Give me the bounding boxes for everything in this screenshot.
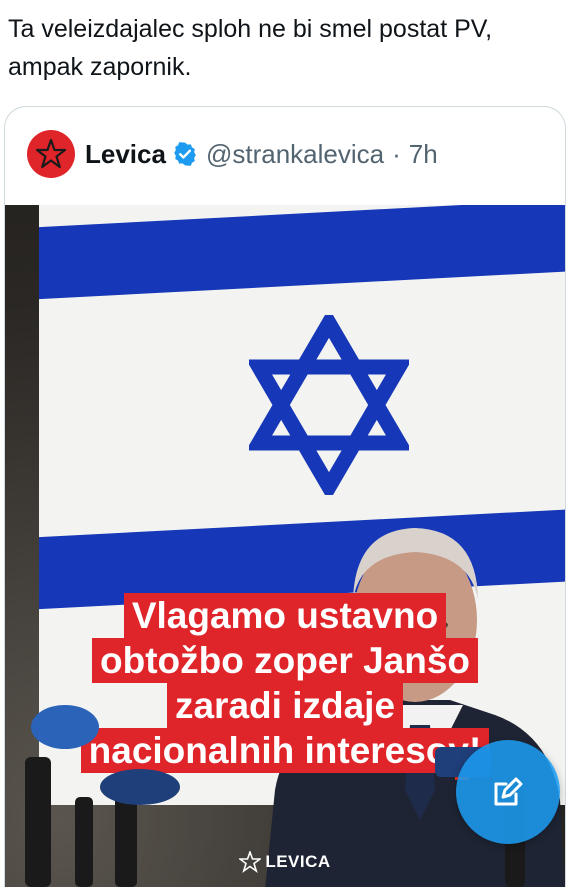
handle[interactable]: @strankalevica <box>206 139 384 170</box>
avatar[interactable] <box>27 130 75 178</box>
quoted-tweet-header: Levica @strankalevica · 7h <box>27 129 438 179</box>
timestamp[interactable]: 7h <box>409 139 438 170</box>
media-watermark: LEVICA <box>5 851 565 873</box>
caption-line: Vlagamo ustavno <box>123 593 447 638</box>
compose-icon <box>494 777 523 806</box>
flag-stripe-top <box>39 205 565 300</box>
tweet-text-line: ampak zapornik. <box>8 53 192 81</box>
star-logo-icon <box>239 851 262 873</box>
verified-badge-icon <box>172 141 198 167</box>
tweet-text-line: Ta veleizdajalec sploh ne bi smel postat… <box>8 15 493 43</box>
tweet-text: Ta veleizdajalec sploh ne bi smel postat… <box>8 10 558 86</box>
red-star-logo-icon <box>35 138 67 169</box>
display-name[interactable]: Levica <box>85 139 166 170</box>
caption-line: obtožbo zoper Janšo <box>92 638 478 683</box>
separator: · <box>392 138 401 169</box>
watermark-text: LEVICA <box>265 852 331 871</box>
compose-button[interactable] <box>456 740 560 844</box>
